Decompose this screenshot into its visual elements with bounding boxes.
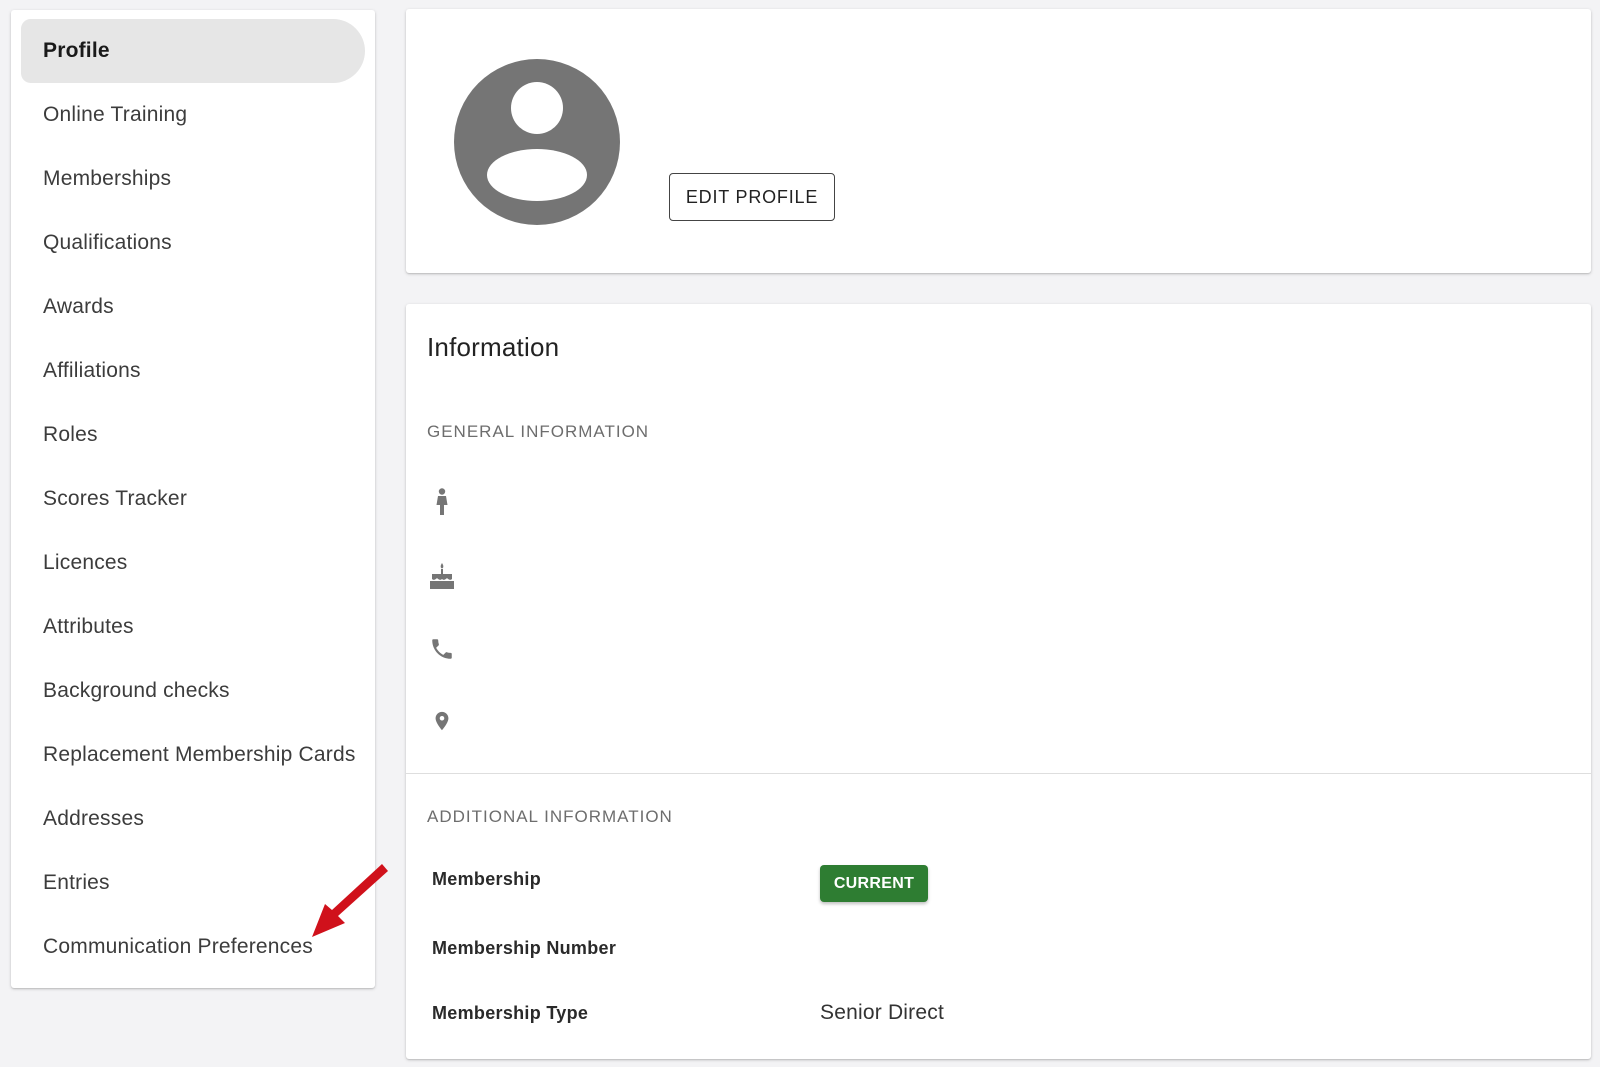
sidebar-item-awards[interactable]: Awards xyxy=(21,275,365,339)
section-divider xyxy=(406,773,1591,774)
additional-information-heading: ADDITIONAL INFORMATION xyxy=(427,807,673,826)
avatar-placeholder-icon xyxy=(454,59,620,225)
birthday-cake-icon xyxy=(428,562,456,590)
membership-label: Membership xyxy=(432,869,542,889)
membership-type-value: Senior Direct xyxy=(820,1001,944,1024)
phone-icon xyxy=(428,635,456,663)
sidebar-item-background-checks[interactable]: Background checks xyxy=(21,659,365,723)
membership-type-label: Membership Type xyxy=(432,1003,589,1023)
sidebar-item-attributes[interactable]: Attributes xyxy=(21,595,365,659)
person-icon xyxy=(428,488,456,516)
sidebar-item-licences[interactable]: Licences xyxy=(21,531,365,595)
membership-status-badge: CURRENT xyxy=(820,865,928,902)
sidebar-item-memberships[interactable]: Memberships xyxy=(21,147,365,211)
sidebar-item-affiliations[interactable]: Affiliations xyxy=(21,339,365,403)
membership-number-label: Membership Number xyxy=(432,938,617,958)
information-title: Information xyxy=(427,332,560,362)
sidebar-item-replacement-membership-cards[interactable]: Replacement Membership Cards xyxy=(21,723,365,787)
sidebar-item-qualifications[interactable]: Qualifications xyxy=(21,211,365,275)
sidebar-item-profile[interactable]: Profile xyxy=(21,19,365,83)
profile-page: Profile Online Training Memberships Qual… xyxy=(0,0,1600,1067)
sidebar-item-online-training[interactable]: Online Training xyxy=(21,83,365,147)
annotation-arrow-icon xyxy=(312,864,388,937)
location-pin-icon xyxy=(428,707,456,735)
sidebar-nav: Profile Online Training Memberships Qual… xyxy=(11,10,375,988)
sidebar-item-scores-tracker[interactable]: Scores Tracker xyxy=(21,467,365,531)
information-card: Information GENERAL INFORMATION ADDITION… xyxy=(406,304,1591,1059)
general-information-heading: GENERAL INFORMATION xyxy=(427,422,650,441)
sidebar-item-addresses[interactable]: Addresses xyxy=(21,787,365,851)
profile-header-card: EDIT PROFILE xyxy=(406,9,1591,273)
edit-profile-button[interactable]: EDIT PROFILE xyxy=(669,173,835,221)
sidebar-item-roles[interactable]: Roles xyxy=(21,403,365,467)
